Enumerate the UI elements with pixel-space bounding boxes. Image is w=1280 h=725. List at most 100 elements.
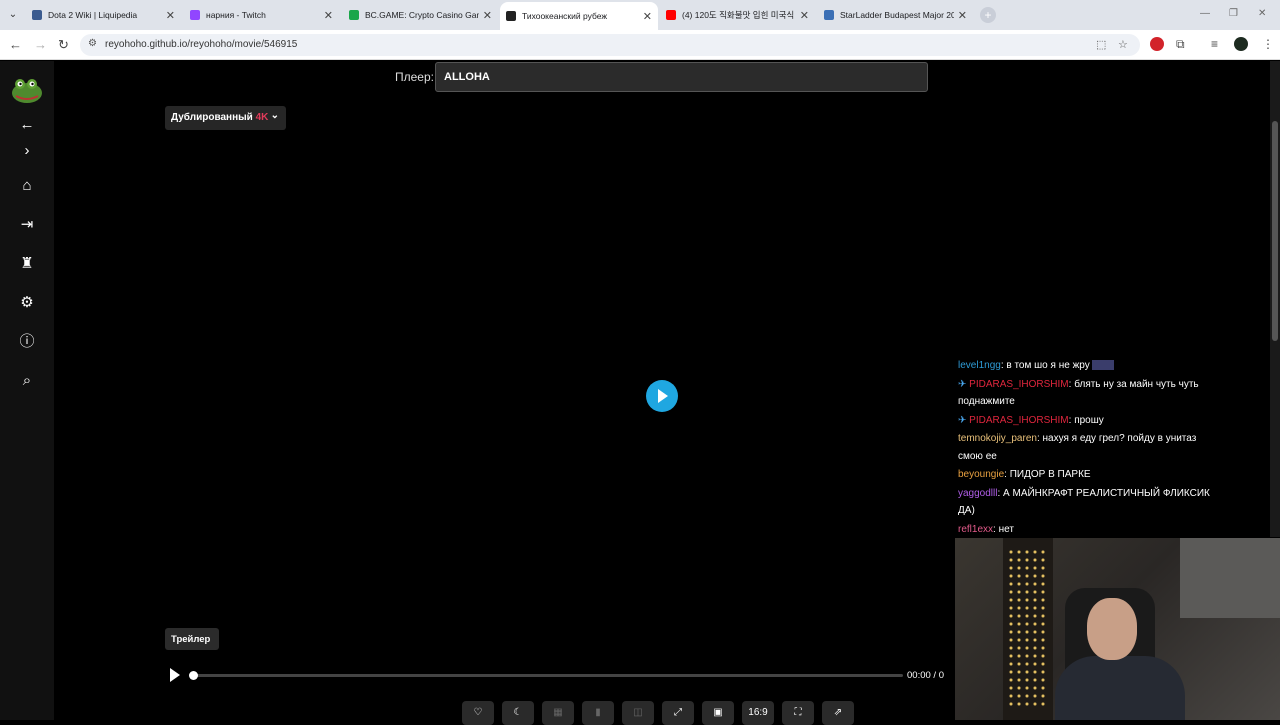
- webcam-overlay: [955, 538, 1280, 720]
- tab-5[interactable]: StarLadder Budapest Major 202 ✕: [818, 4, 973, 26]
- profile-avatar[interactable]: [1234, 37, 1248, 51]
- site-settings-icon[interactable]: ⚙: [88, 38, 97, 49]
- big-play-button[interactable]: [646, 380, 678, 412]
- tab-2[interactable]: BC.GAME: Crypto Casino Game ✕: [343, 4, 498, 26]
- new-tab-plus-icon[interactable]: +: [980, 7, 996, 23]
- restore-icon[interactable]: ❐: [1229, 8, 1238, 19]
- chat-message: temnokojiy_paren: нахуя я еду грел? пойд…: [958, 433, 1197, 462]
- equalizer-icon[interactable]: ▮: [582, 701, 614, 725]
- progress-knob[interactable]: [189, 671, 198, 680]
- tab-close-icon[interactable]: ✕: [324, 9, 333, 22]
- tab-favicon-icon: [824, 10, 834, 20]
- player-select[interactable]: ALLOHA: [435, 62, 928, 92]
- player-controls: ♡ ☾ ▦ ▮ ◫ ⤢ ▣ 16:9 ⛶ ⇗: [462, 701, 854, 725]
- chat-username: PIDARAS_IHORSHIM: [969, 378, 1069, 390]
- chat-text: прошу: [1074, 414, 1104, 426]
- reload-icon[interactable]: ↻: [58, 37, 69, 53]
- tab-close-icon[interactable]: ✕: [483, 9, 492, 22]
- chevron-down-icon: ⌄: [270, 110, 279, 121]
- address-bar[interactable]: ⚙ reyohoho.github.io/reyohoho/movie/5469…: [80, 34, 1140, 56]
- trophy-icon[interactable]: ♜: [17, 254, 37, 274]
- tab-close-icon[interactable]: ✕: [166, 9, 175, 22]
- login-icon[interactable]: ⇥: [17, 215, 37, 235]
- dub-label: Дублированный: [171, 112, 253, 123]
- tab-search-chevron-icon[interactable]: ⌄: [4, 6, 22, 24]
- play-icon[interactable]: [170, 668, 180, 682]
- tab-4[interactable]: (4) 120도 직화불맛 입힌 미국식 ✕: [660, 4, 815, 26]
- chat-text: в том шо я не жру: [1006, 360, 1090, 371]
- tab-favicon-icon: [506, 11, 516, 21]
- external-link-icon[interactable]: ⇗: [822, 701, 854, 725]
- progress-bar[interactable]: [193, 674, 903, 677]
- extensions-puzzle-icon[interactable]: ⧉: [1176, 37, 1185, 52]
- tab-title: Тихоокеанский рубеж: [522, 11, 608, 21]
- webcam-streamer-head: [1087, 598, 1137, 660]
- chat-username: yaggodlll: [958, 487, 998, 499]
- tab-close-icon[interactable]: ✕: [800, 9, 809, 22]
- chat-badge-icon: ✈: [958, 378, 970, 390]
- dub-quality: 4K: [255, 112, 269, 123]
- tab-1[interactable]: нарния - Twitch ✕: [184, 4, 339, 26]
- chat-username: PIDARAS_IHORSHIM: [969, 414, 1069, 426]
- dub-select[interactable]: Дублированный 4K ⌄: [165, 106, 286, 130]
- forward-arrow-icon[interactable]: →: [34, 37, 47, 52]
- extension-badge-icon[interactable]: [1150, 37, 1164, 51]
- chat-text: нет: [998, 523, 1014, 535]
- info-icon[interactable]: ⓘ: [17, 332, 37, 352]
- chat-username: refl1exx: [958, 523, 994, 535]
- window-close-icon[interactable]: ✕: [1258, 8, 1266, 19]
- media-queue-icon[interactable]: ≡: [1211, 37, 1218, 51]
- home-icon[interactable]: ⌂: [17, 176, 37, 196]
- minimize-icon[interactable]: —: [1200, 8, 1210, 19]
- chat-badge-icon: ✈: [958, 414, 970, 426]
- grid-icon[interactable]: ▦: [542, 701, 574, 725]
- chat-text: ПИДОР В ПАРКЕ: [1009, 469, 1091, 480]
- browser-menu-icon[interactable]: ⋮: [1262, 37, 1274, 51]
- pip-icon[interactable]: ▣: [702, 701, 734, 725]
- address-url[interactable]: reyohoho.github.io/reyohoho/movie/546915: [105, 39, 297, 50]
- webcam-fairy-lights: [1007, 548, 1047, 708]
- chat-message: ✈ PIDARAS_IHORSHIM: прошу: [958, 414, 1104, 426]
- chat-emote-icon: [1091, 360, 1114, 371]
- focus-icon[interactable]: ⛶: [782, 701, 814, 725]
- compare-icon[interactable]: ◫: [622, 701, 654, 725]
- tab-3-active[interactable]: Тихоокеанский рубеж ✕: [500, 2, 658, 30]
- chat-message: level1ngg: в том шо я не жру: [958, 357, 1218, 375]
- browser-toolbar: ← → ↻ ⚙ reyohoho.github.io/reyohoho/movi…: [0, 30, 1280, 60]
- chat-message: beyoungie: ПИДОР В ПАРКЕ: [958, 469, 1091, 480]
- search-icon[interactable]: ⌕: [17, 371, 37, 391]
- trailer-button[interactable]: Трейлер: [165, 628, 219, 650]
- aspect-ratio-button[interactable]: 16:9: [742, 701, 774, 725]
- tab-favicon-icon: [666, 10, 676, 20]
- expand-icon[interactable]: ⤢: [662, 701, 694, 725]
- tab-favicon-icon: [32, 10, 42, 20]
- frog-logo-icon[interactable]: [10, 77, 44, 105]
- chat-overlay: level1ngg: в том шо я не жру ✈ PIDARAS_I…: [958, 357, 1218, 539]
- tab-title: Dota 2 Wiki | Liquipedia: [48, 10, 138, 20]
- tab-close-icon[interactable]: ✕: [958, 9, 967, 22]
- tab-favicon-icon: [190, 10, 200, 20]
- tab-0[interactable]: Dota 2 Wiki | Liquipedia ✕: [26, 4, 181, 26]
- tab-title: BC.GAME: Crypto Casino Game: [365, 10, 479, 20]
- chat-username: level1ngg: [958, 360, 1001, 371]
- gear-icon[interactable]: ⚙: [17, 293, 37, 313]
- chat-message: refl1exx: нет: [958, 523, 1014, 535]
- tab-title: StarLadder Budapest Major 202: [840, 10, 954, 20]
- install-app-icon[interactable]: ⬚: [1096, 38, 1106, 51]
- heart-icon[interactable]: ♡: [462, 701, 494, 725]
- chat-message: ✈ PIDARAS_IHORSHIM: блять ну за майн чут…: [958, 378, 1199, 408]
- chat-message: yaggodlll: А МАЙНКРАФТ РЕАЛИСТИЧНЫЙ ФЛИК…: [958, 487, 1210, 517]
- chat-username: beyoungie: [958, 469, 1005, 480]
- webcam-background: [1180, 538, 1280, 618]
- back-arrow-icon[interactable]: ←: [17, 115, 37, 135]
- player-label: Плеер:: [395, 70, 434, 84]
- bookmark-star-icon[interactable]: ☆: [1118, 38, 1128, 51]
- tab-strip: ⌄ Dota 2 Wiki | Liquipedia ✕ нарния - Tw…: [0, 0, 1280, 30]
- scrollbar-thumb[interactable]: [1272, 121, 1278, 341]
- time-readout: 00:00 / 0: [907, 670, 944, 681]
- moon-icon[interactable]: ☾: [502, 701, 534, 725]
- chevron-right-icon[interactable]: ›: [17, 141, 37, 161]
- page-scrollbar[interactable]: [1270, 61, 1280, 537]
- back-arrow-icon[interactable]: ←: [9, 37, 22, 52]
- tab-close-icon[interactable]: ✕: [643, 10, 652, 23]
